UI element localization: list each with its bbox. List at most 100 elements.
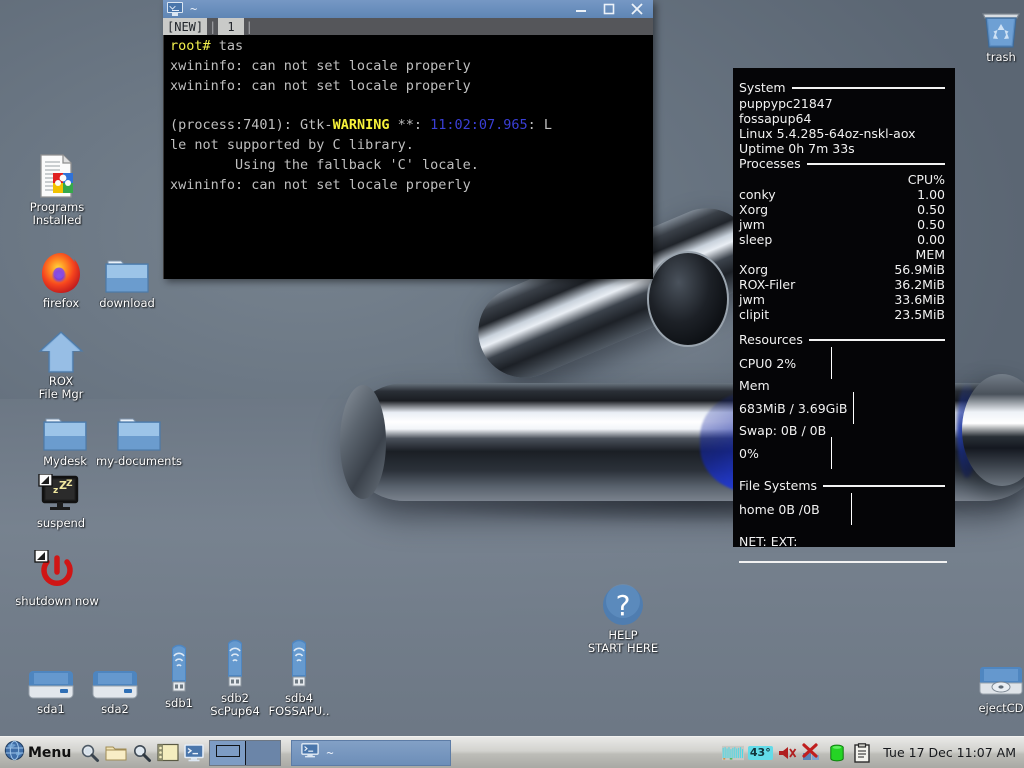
speaker-muted-icon[interactable] xyxy=(776,741,798,765)
terminal-window[interactable]: ~ [NEW] | 1 | root# tas xwininfo: can not… xyxy=(163,0,653,279)
terminal-output[interactable]: root# tas xwininfo: can not set locale pr… xyxy=(163,35,653,279)
process-name: jwm xyxy=(739,292,765,307)
conky-processes-header: Processes xyxy=(739,156,947,171)
trash-recycle-icon xyxy=(958,4,1024,50)
pager-desktop-1[interactable] xyxy=(210,740,245,765)
terminal-text: root# xyxy=(170,38,219,54)
conky-processes-label: Processes xyxy=(739,156,801,171)
terminal-line: (process:7401): Gtk-WARNING **: 11:02:07… xyxy=(170,116,649,136)
terminal-icon xyxy=(167,1,184,17)
conky-process-row: conky 1.00 xyxy=(739,187,947,202)
terminal-line: root# tas xyxy=(170,37,649,57)
mem-bar-wrap xyxy=(853,392,947,424)
terminal-text: 11:02:07.965 xyxy=(430,117,528,134)
terminal-window-title: ~ xyxy=(190,2,198,16)
temperature-label: 43° xyxy=(747,745,773,760)
window-controls xyxy=(567,0,651,18)
divider xyxy=(739,561,947,563)
desktop-icon-rox-file-mgr[interactable]: ROX File Mgr xyxy=(18,328,104,401)
clock[interactable]: Tue 17 Dec 11:07 AM xyxy=(877,745,1024,760)
divider xyxy=(791,86,945,89)
start-menu-button[interactable]: Menu xyxy=(0,738,77,768)
terminal-icon xyxy=(300,742,320,764)
cpu-percent-label: CPU% xyxy=(907,172,945,187)
cpu0-bar xyxy=(831,347,832,379)
terminal-titlebar[interactable]: ~ xyxy=(163,0,653,18)
conky-process-row: jwm 0.50 xyxy=(739,217,947,232)
close-icon[interactable] xyxy=(623,0,651,18)
terminal-new-tab[interactable]: [NEW] xyxy=(163,18,208,35)
cd-drive-icon xyxy=(958,655,1024,701)
home-house-icon xyxy=(18,328,104,374)
process-value: 33.6MiB xyxy=(894,292,945,307)
taskbar-window-button[interactable]: ~ xyxy=(291,739,452,766)
desktop-icon-my-documents[interactable]: my-documents xyxy=(96,408,182,468)
network-disconnected-icon[interactable] xyxy=(801,741,823,765)
battery-icon[interactable] xyxy=(826,741,848,765)
terminal-text: Using the fallback 'C' locale. xyxy=(170,156,479,173)
process-value: 0.50 xyxy=(917,217,945,232)
desktop-icon-sdb4[interactable]: sdb4 FOSSAPU.. xyxy=(256,639,342,718)
conky-process-row: Xorg 56.9MiB xyxy=(739,262,947,277)
desktop-icon-label: my-documents xyxy=(96,454,182,468)
question-mark-icon: ? xyxy=(580,582,666,628)
process-name: Xorg xyxy=(739,262,769,277)
terminal-text: xwininfo: can not set locale properly xyxy=(170,77,471,94)
conky-hostname: puppypc21847 xyxy=(739,96,833,111)
desktop-icon-shutdown-now[interactable]: shutdown now xyxy=(14,548,100,608)
desktop-icon-trash[interactable]: trash xyxy=(958,4,1024,64)
process-name: ROX-Filer xyxy=(739,277,796,292)
cpu-graph-icon[interactable] xyxy=(722,741,745,765)
desktop-pager[interactable] xyxy=(209,739,282,766)
process-name: Xorg xyxy=(739,202,769,217)
conky-distro: fossapup64 xyxy=(739,111,812,126)
terminal-text: xwininfo: can not set locale properly xyxy=(170,57,471,74)
desktop-icon-label: Programs Installed xyxy=(29,200,85,227)
search-launcher[interactable] xyxy=(77,739,103,767)
conky-mem-process-list: Xorg 56.9MiB ROX-Filer 36.2MiB jwm 33.6MiB cli… xyxy=(739,262,947,322)
divider xyxy=(806,162,945,165)
terminal-tab-separator-1: | xyxy=(207,18,219,35)
file-manager-launcher[interactable] xyxy=(103,739,129,767)
minimize-icon[interactable] xyxy=(567,0,595,18)
terminal-text: (process:7401): Gtk- xyxy=(170,117,333,134)
desktop-icon-programs-installed[interactable]: Programs Installed xyxy=(14,154,100,227)
pager-window-thumb xyxy=(216,744,241,757)
terminal-launcher[interactable] xyxy=(181,739,207,767)
conky-process-row: ROX-Filer 36.2MiB xyxy=(739,277,947,292)
desktop-icon-download[interactable]: download xyxy=(84,250,170,310)
desktop-icon-label: HELP START HERE xyxy=(587,628,659,655)
system-tray: 43° xyxy=(722,741,877,765)
home-fs-label: home 0B /0B xyxy=(739,501,820,517)
terminal-tab-1[interactable]: 1 xyxy=(218,18,244,35)
taskbar: Menu ~ 43° Tue 17 Dec 11:07 AM xyxy=(0,736,1024,768)
conky-swap-label: Swap: 0B / 0B xyxy=(739,423,827,438)
conky-uptime: Uptime 0h 7m 33s xyxy=(739,141,855,156)
pager-desktop-2[interactable] xyxy=(244,740,281,765)
conky-swap-row: 0% xyxy=(739,437,947,469)
thermometer-icon[interactable]: 43° xyxy=(747,741,773,765)
conky-net-label: NET: EXT: xyxy=(739,534,798,549)
terminal-text: **: xyxy=(389,117,431,134)
terminal-line: xwininfo: can not set locale properly xyxy=(170,57,649,77)
desktop-icon-ejectcd[interactable]: ejectCD xyxy=(958,655,1024,715)
maximize-icon[interactable] xyxy=(595,0,623,18)
conky-cpu0-row: CPU0 2% xyxy=(739,347,947,379)
terminal-line: le not supported by C library. xyxy=(170,136,649,156)
desktop-icon-label: suspend xyxy=(36,516,86,530)
mem-value: 683MiB / 3.69GiB xyxy=(739,400,848,416)
terminal-tabbar[interactable]: [NEW] | 1 | xyxy=(163,18,653,35)
cpu0-label: CPU0 2% xyxy=(739,355,797,371)
desktop-icon-label: trash xyxy=(986,50,1016,64)
desktop-icon-help-start-here[interactable]: ? HELP START HERE xyxy=(580,582,666,655)
text-editor-launcher[interactable] xyxy=(155,739,181,767)
desktop-icon-suspend[interactable]: z Z Z suspend xyxy=(18,470,104,530)
terminal-text: WARNING xyxy=(332,117,390,134)
conky-system-header: System xyxy=(739,80,947,95)
find-files-launcher[interactable] xyxy=(129,739,155,767)
clipboard-icon[interactable] xyxy=(851,741,873,765)
conky-cpu-column-header: CPU% xyxy=(739,172,947,187)
home-fs-bar xyxy=(851,493,852,525)
swap-bar xyxy=(831,437,832,469)
conky-process-row: clipit 23.5MiB xyxy=(739,307,947,322)
